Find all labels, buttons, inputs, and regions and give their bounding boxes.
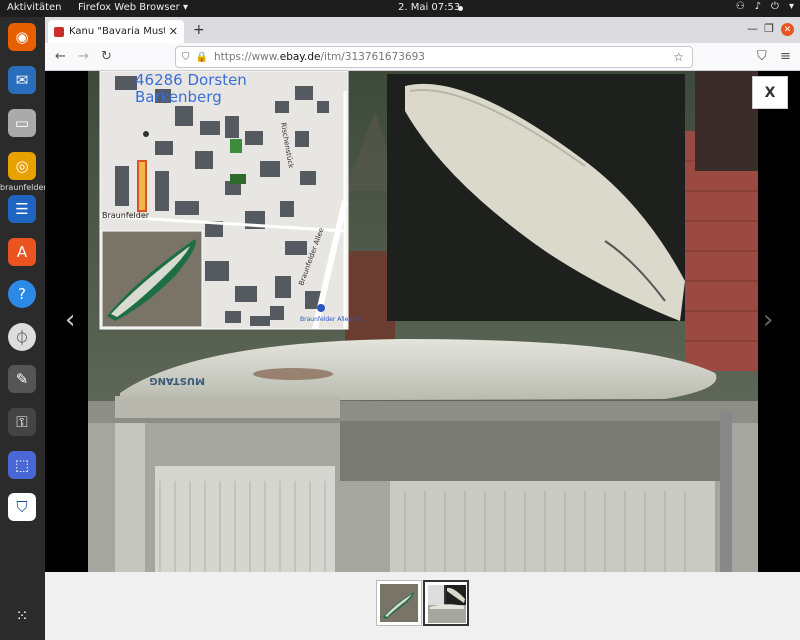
- forward-button[interactable]: →: [78, 49, 89, 64]
- navigation-bar: ← → ↻ ⛉ 🔒 https://www. ebay.de/itm/313761…: [45, 43, 800, 71]
- bookmark-star-icon[interactable]: ☆: [673, 50, 684, 64]
- clock[interactable]: 2. Mai 07:53: [398, 2, 460, 13]
- url-path: /itm/313761673693: [320, 51, 425, 63]
- close-tab-icon[interactable]: ✕: [169, 25, 178, 38]
- music-icon[interactable]: ◎: [8, 152, 36, 180]
- bus-stop-icon: [317, 304, 325, 312]
- tab-bar: Kanu "Bavaria Mustang" ✕ + — ❐ ✕: [45, 17, 800, 43]
- previous-image-arrow-icon[interactable]: ‹: [65, 305, 75, 335]
- screenshot-icon[interactable]: ⬚: [8, 451, 36, 479]
- new-tab-button[interactable]: +: [193, 22, 205, 38]
- collage-thumbnail-image: [428, 585, 466, 623]
- restore-button[interactable]: ❐: [764, 22, 774, 35]
- shield-icon[interactable]: ⛉: [8, 493, 36, 521]
- listing-photo: MUSTANG 46286 Dorsten Barkenberg Braunfe…: [88, 71, 758, 572]
- map-title-line1: 46286 Dorsten: [135, 71, 247, 89]
- mail-icon[interactable]: ✉: [8, 66, 36, 94]
- shield-tracking-icon: ⛉: [182, 51, 190, 63]
- garage-door-left: [155, 466, 335, 572]
- map-bus-stop-label: Braunfelder Allee (1): [300, 316, 362, 323]
- dock-tooltip: braunfelder: [0, 183, 47, 192]
- tab-active[interactable]: Kanu "Bavaria Mustang" ✕: [48, 20, 184, 43]
- app-menu-label: Firefox Web Browser: [78, 2, 180, 13]
- app-menu[interactable]: Firefox Web Browser ▾: [78, 2, 188, 13]
- browser-window: Kanu "Bavaria Mustang" ✕ + — ❐ ✕ ← → ↻ ⛉…: [45, 17, 800, 640]
- power-icon: ⏻: [771, 1, 779, 12]
- canoe-thumbnail-image: [380, 584, 418, 622]
- activities-button[interactable]: Aktivitäten: [7, 2, 62, 13]
- tab-title: Kanu "Bavaria Mustang": [69, 26, 165, 37]
- image-viewer: MUSTANG 46286 Dorsten Barkenberg Braunfe…: [45, 71, 800, 572]
- chevron-down-icon: ▾: [788, 1, 794, 12]
- network-icon: ⚇: [735, 1, 745, 12]
- notification-dot-icon: [458, 6, 463, 11]
- map-title-line2: Barkenberg: [135, 88, 222, 106]
- canoe-brand-label: MUSTANG: [149, 375, 205, 386]
- lock-icon: 🔒: [195, 51, 208, 63]
- url-bar[interactable]: ⛉ 🔒 https://www. ebay.de/itm/313761673693…: [175, 46, 693, 68]
- firefox-icon[interactable]: ◉: [8, 23, 36, 51]
- system-tray[interactable]: ⚇ ♪ ⏻ ▾: [736, 1, 794, 12]
- dock: ◉ ✉ ▭ ◎ braunfelder ☰ A ? ⏀ ✎ ⚿ ⬚ ⛉ ⁙: [0, 17, 47, 640]
- password-icon[interactable]: ⚿: [8, 408, 36, 436]
- reload-button[interactable]: ↻: [101, 49, 112, 64]
- collage-thumbnail[interactable]: [423, 580, 469, 626]
- help-icon[interactable]: ?: [8, 280, 36, 308]
- url-host: ebay.de: [279, 51, 321, 63]
- menu-icon[interactable]: ≡: [780, 49, 791, 64]
- gimp-icon[interactable]: ✎: [8, 365, 36, 393]
- garage-door-right: [390, 481, 715, 572]
- minimize-button[interactable]: —: [747, 22, 758, 35]
- canoe-thumbnail[interactable]: [376, 580, 422, 626]
- pocket-icon[interactable]: ⛉: [757, 49, 767, 64]
- writer-icon[interactable]: ☰: [8, 195, 36, 223]
- files-icon[interactable]: ▭: [8, 109, 36, 137]
- apps-grid-icon[interactable]: ⁙: [8, 602, 36, 630]
- map-highlight-marker: [137, 160, 147, 212]
- system-topbar: Aktivitäten Firefox Web Browser ▾ 2. Mai…: [0, 0, 800, 17]
- window-close-button[interactable]: ✕: [781, 23, 794, 36]
- next-image-arrow-icon[interactable]: ›: [763, 305, 773, 335]
- ebay-favicon-icon: [54, 26, 64, 37]
- url-prefix: https://www.: [213, 51, 280, 63]
- volume-icon: ♪: [754, 1, 762, 12]
- thumbnail-strip: [45, 572, 800, 640]
- close-viewer-button[interactable]: X: [752, 76, 788, 109]
- disk-icon[interactable]: ⏀: [8, 323, 36, 351]
- appcenter-icon[interactable]: A: [8, 238, 36, 266]
- back-button[interactable]: ←: [55, 49, 66, 64]
- map-street-label: Braunfelder: [102, 211, 150, 220]
